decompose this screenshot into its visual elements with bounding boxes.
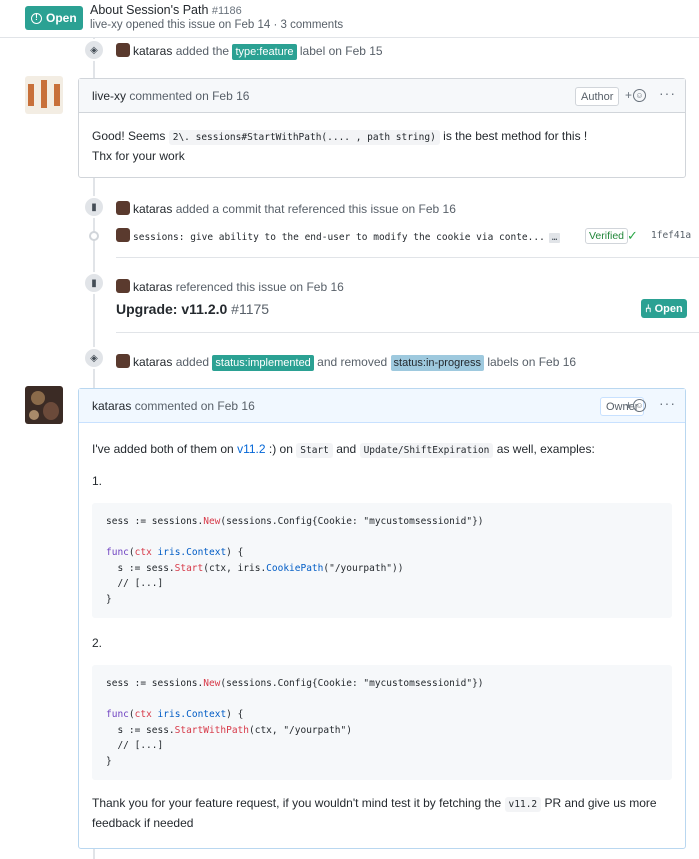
kebab-icon[interactable]: ··· [659,395,676,411]
label-status-in-progress[interactable]: status:in-progress [390,355,484,371]
referenced-issue-link[interactable]: Upgrade: v11.2.0 #1175 [116,301,269,317]
issue-meta: live-xy opened this issue on Feb 14 · 3 … [90,19,344,31]
commit-icon [89,231,99,241]
inline-code: Start [296,443,333,458]
avatar[interactable] [116,201,130,215]
tag-icon: ◈ [83,39,105,61]
divider [116,332,699,333]
label-status-implemented[interactable]: status:implemented [212,355,314,371]
tag-icon: ◈ [83,347,105,369]
commit-ref-event: kataras added a commit that referenced t… [116,201,456,216]
issue-header: ! Open About Session's Path #1186 live-x… [0,0,699,38]
comment-date[interactable]: commented on Feb 16 [135,399,255,413]
comment-author[interactable]: live-xy [92,89,126,103]
comment-kataras: kataras commented on Feb 16 Owner + ☺ ···… [78,388,686,849]
pull-request-icon: ⑃ [645,302,652,315]
comment-author[interactable]: kataras [92,399,131,413]
issue-number: #1186 [211,5,242,17]
bookmark-icon: ▮ [83,196,105,218]
commit-sha[interactable]: 1fef41a [651,230,691,241]
issue-ref-event: kataras referenced this issue on Feb 16 [116,279,344,294]
add-reaction-button[interactable]: + ☺ [625,398,647,412]
label-event: kataras added the type:feature label on … [116,43,383,60]
labels-changed-event: kataras added status:implemented and rem… [116,354,576,371]
inline-code: Update/ShiftExpiration [359,443,494,458]
code-block: sess := sessions.New(sessions.Config{Coo… [92,503,672,618]
comment-header: kataras commented on Feb 16 Owner + ☺ ··· [79,389,685,423]
kebab-icon[interactable]: ··· [659,85,676,101]
avatar[interactable] [25,386,63,424]
list-item: 2. [92,636,103,650]
list-item: 1. [92,474,103,488]
avatar[interactable] [25,76,63,114]
comment-header: live-xy commented on Feb 16 Author + ☺ ··… [79,79,685,113]
expand-commit-button[interactable]: … [548,233,561,243]
avatar[interactable] [116,228,130,242]
comment-body: I've added both of them on v11.2 :) on S… [79,423,685,847]
commit-message[interactable]: sessions: give ability to the end-user t… [116,228,561,243]
verified-badge[interactable]: Verified [585,228,629,244]
divider [116,257,699,258]
issue-title[interactable]: About Session's Path #1186 [90,3,242,17]
issue-state-badge: ! Open [25,6,83,30]
inline-code: 2\. sessions#StartWithPath(.... , path s… [168,130,440,145]
bookmark-icon: ▮ [83,272,105,294]
add-reaction-button[interactable]: + ☺ [625,88,647,102]
label-type-feature[interactable]: type:feature [232,44,297,60]
comment-body: Good! Seems 2\. sessions#StartWithPath(.… [92,129,588,163]
smiley-icon: ☺ [633,88,647,102]
avatar[interactable] [116,354,130,368]
avatar[interactable] [116,279,130,293]
referenced-issue-state: ⑃ Open [641,299,687,318]
issue-author[interactable]: live-xy [90,19,123,31]
author-role-badge: Author [575,87,620,106]
issue-opened-icon: ! [31,12,42,24]
code-block: sess := sessions.New(sessions.Config{Coo… [92,665,672,780]
comment-date[interactable]: commented on Feb 16 [129,89,249,103]
avatar[interactable] [116,43,130,57]
smiley-icon: ☺ [633,398,647,412]
check-icon[interactable]: ✓ [627,228,638,244]
comment-live-xy: live-xy commented on Feb 16 Author + ☺ ··… [78,78,686,178]
version-link[interactable]: v11.2 [237,442,265,456]
inline-code: v11.2 [504,797,542,812]
